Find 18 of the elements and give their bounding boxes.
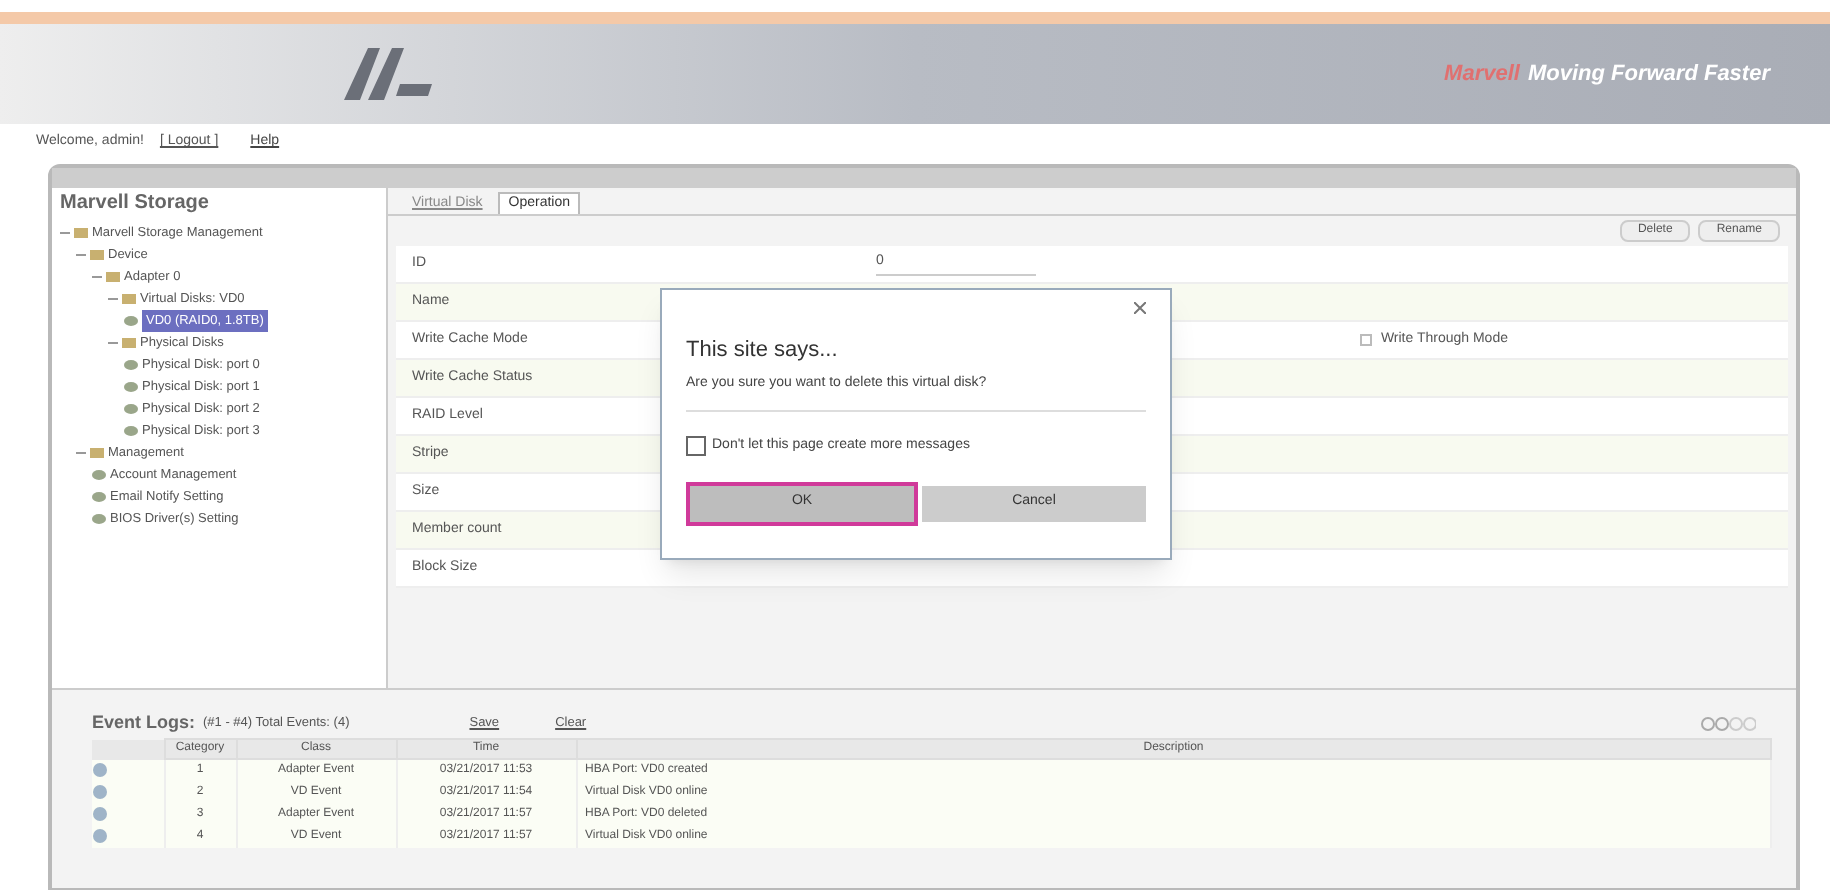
folder-icon: [122, 336, 136, 350]
dont-show-checkbox[interactable]: [686, 436, 706, 457]
app-title: Marvell Storage: [60, 190, 211, 218]
collapse-icon[interactable]: [76, 250, 86, 260]
collapse-icon[interactable]: [76, 448, 86, 458]
folder-icon: [90, 446, 104, 460]
checkbox[interactable]: [1360, 334, 1373, 346]
brand-name: Marvell: [1444, 59, 1520, 90]
collapse-icon[interactable]: [60, 228, 70, 238]
tagline: Moving Forward Faster: [1527, 59, 1770, 90]
collapse-icon[interactable]: [108, 294, 118, 304]
disk-icon: [124, 314, 138, 328]
collapse-icon[interactable]: [92, 272, 102, 282]
dialog-title: This site says...: [686, 336, 840, 366]
close-icon[interactable]: [1134, 302, 1146, 314]
refresh-icon[interactable]: [1700, 716, 1756, 732]
event-logs-title: Event Logs:: [92, 710, 196, 737]
collapse-icon[interactable]: [108, 338, 118, 348]
